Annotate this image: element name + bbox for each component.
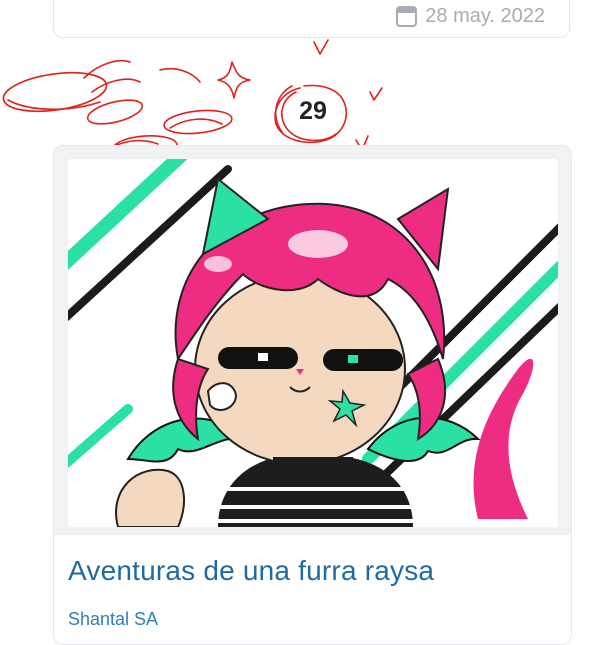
post-title[interactable]: Aventuras de una furra raysa bbox=[68, 555, 434, 587]
post-cover-image[interactable] bbox=[68, 159, 558, 527]
post-author[interactable]: Shantal SA bbox=[68, 609, 158, 630]
rank-number: 29 bbox=[299, 96, 327, 125]
post-info: Aventuras de una furra raysa Shantal SA bbox=[54, 535, 571, 644]
post-date-text: 28 may. 2022 bbox=[425, 4, 545, 27]
calendar-icon bbox=[396, 6, 418, 27]
previous-post-card[interactable]: 28 may. 2022 bbox=[53, 0, 570, 38]
cover-illustration bbox=[68, 159, 558, 527]
post-card[interactable]: Aventuras de una furra raysa Shantal SA bbox=[53, 145, 572, 645]
post-date: 28 may. 2022 bbox=[396, 2, 545, 30]
